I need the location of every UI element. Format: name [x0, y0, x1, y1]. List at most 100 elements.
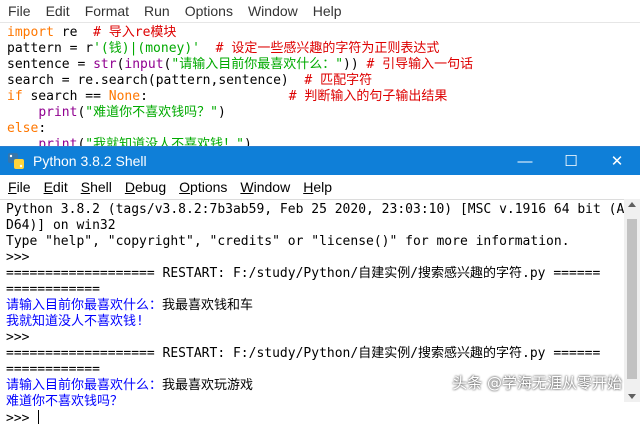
- shell-text: =================== RESTART: F:/study/Py…: [6, 346, 601, 361]
- menu-accelerator: F: [8, 179, 17, 195]
- shell-text: Type "help", "copyright", "credits" or "…: [6, 234, 570, 249]
- shell-text: 我最喜欢钱和车: [162, 298, 254, 313]
- code-token: search = re.search(pattern,sentence): [7, 73, 305, 88]
- shell-line: =================== RESTART: F:/study/Py…: [6, 266, 640, 282]
- shell-line: >>>: [6, 330, 640, 346]
- shell-window-title: Python 3.8.2 Shell: [33, 153, 147, 169]
- menu-accelerator: O: [179, 179, 191, 195]
- code-token: # 设定一些感兴趣的字符为正则表达式: [215, 41, 440, 56]
- shell-line: 难道你不喜欢钱吗？: [6, 394, 640, 410]
- shell-menu-debug[interactable]: Debug: [125, 179, 166, 195]
- text-cursor: [38, 410, 40, 424]
- shell-text: ============: [6, 362, 100, 377]
- shell-window: Python 3.8.2 Shell — ☐ ✕ File Edit Shell De…: [0, 146, 640, 426]
- editor-menu-run[interactable]: Run: [144, 3, 170, 19]
- shell-line: ============: [6, 282, 640, 298]
- code-token: :: [38, 121, 47, 136]
- code-token: input: [124, 57, 164, 72]
- menu-accelerator: E: [43, 179, 53, 195]
- code-token: '(钱)|(money)': [93, 41, 201, 56]
- code-token: print: [38, 105, 78, 120]
- menu-label-rest: ile: [16, 179, 31, 195]
- shell-text: Python 3.8.2 (tags/v3.8.2:7b3ab59, Feb 2…: [6, 202, 633, 217]
- code-token: if: [7, 89, 23, 104]
- shell-line: Python 3.8.2 (tags/v3.8.2:7b3ab59, Feb 2…: [6, 202, 640, 218]
- shell-output-text: 请输入目前你最喜欢什么：: [6, 298, 163, 313]
- shell-titlebar[interactable]: Python 3.8.2 Shell — ☐ ✕: [0, 147, 640, 175]
- editor-menu-edit[interactable]: Edit: [46, 3, 70, 19]
- scroll-up-icon[interactable]: [628, 202, 636, 207]
- code-line: print("难道你不喜欢钱吗？"): [7, 105, 640, 121]
- editor-menubar: File Edit Format Run Options Window Help: [0, 0, 640, 23]
- menu-label-rest: indow: [253, 179, 291, 195]
- menu-label-rest: hell: [90, 179, 112, 195]
- shell-menu-window[interactable]: Window: [240, 179, 290, 195]
- shell-menu-options[interactable]: Options: [179, 179, 227, 195]
- shell-text: D64)] on win32: [6, 218, 116, 233]
- editor-menu-format[interactable]: Format: [85, 3, 129, 19]
- code-token: pattern = r: [7, 41, 94, 56]
- code-token: "请输入目前你最喜欢什么：": [171, 57, 344, 72]
- shell-text: >>>: [6, 411, 38, 426]
- editor-code-area[interactable]: import re # 导入re模块 pattern = r'(钱)|(money…: [0, 23, 640, 153]
- code-token: # 引导输入一句话: [358, 57, 474, 72]
- shell-menu-help[interactable]: Help: [303, 179, 332, 195]
- editor-menu-options[interactable]: Options: [185, 3, 233, 19]
- shell-text: ============: [6, 282, 100, 297]
- scroll-down-icon[interactable]: [628, 394, 636, 399]
- shell-menu-edit[interactable]: Edit: [44, 179, 68, 195]
- code-token: ): [217, 105, 226, 120]
- shell-line: 请输入目前你最喜欢什么：我最喜欢钱和车: [6, 298, 640, 314]
- code-token: sentence =: [7, 57, 94, 72]
- code-line: pattern = r'(钱)|(money)' # 设定一些感兴趣的字符为正则…: [7, 41, 640, 57]
- shell-line: >>>: [6, 250, 640, 266]
- menu-accelerator: W: [240, 179, 254, 195]
- shell-line: 我就知道没人不喜欢钱!: [6, 314, 640, 330]
- menu-label-rest: elp: [313, 179, 333, 195]
- shell-text: >>>: [6, 330, 38, 345]
- code-token: import: [7, 25, 54, 40]
- code-token: # 导入re模块: [93, 25, 177, 40]
- shell-line: D64)] on win32: [6, 218, 640, 234]
- editor-menu-help[interactable]: Help: [313, 3, 342, 19]
- shell-scrollbar[interactable]: [624, 199, 640, 402]
- shell-text: 我最喜欢玩游戏: [162, 378, 254, 393]
- shell-menubar: File Edit Shell Debug Options Window Help: [0, 175, 640, 200]
- code-token: search ==: [22, 89, 109, 104]
- scroll-thumb[interactable]: [627, 219, 637, 379]
- menu-label-rest: dit: [52, 179, 68, 195]
- menu-label-rest: ebug: [134, 179, 167, 195]
- code-token: # 判断输入的句子输出结果: [288, 89, 448, 104]
- shell-line: >>>: [6, 410, 640, 426]
- code-token: re: [53, 25, 94, 40]
- python-idle-icon: [7, 152, 25, 170]
- editor-window: File Edit Format Run Options Window Help impor…: [0, 0, 640, 152]
- minimize-icon[interactable]: —: [502, 147, 548, 175]
- menu-label-rest: ptions: [190, 179, 228, 195]
- shell-output-text: 请输入目前你最喜欢什么：: [6, 378, 163, 393]
- shell-line: =================== RESTART: F:/study/Py…: [6, 346, 640, 362]
- code-line: if search == None: # 判断输入的句子输出结果: [7, 89, 640, 105]
- code-line: search = re.search(pattern,sentence) # 匹…: [7, 73, 640, 89]
- code-token: "难道你不喜欢钱吗？": [85, 105, 218, 120]
- maximize-icon[interactable]: ☐: [548, 147, 594, 175]
- menu-accelerator: H: [303, 179, 314, 195]
- shell-line: Type "help", "copyright", "credits" or "…: [6, 234, 640, 250]
- editor-menu-window[interactable]: Window: [248, 3, 298, 19]
- code-line: else:: [7, 121, 640, 137]
- code-token: )): [343, 57, 359, 72]
- shell-output-text: 难道你不喜欢钱吗？: [6, 394, 124, 409]
- shell-menu-file[interactable]: File: [8, 179, 31, 195]
- close-icon[interactable]: ✕: [594, 147, 640, 175]
- code-line: import re # 导入re模块: [7, 25, 640, 41]
- menu-accelerator: S: [80, 179, 91, 195]
- shell-text: >>>: [6, 250, 38, 265]
- shell-output-text: 我就知道没人不喜欢钱!: [6, 314, 144, 329]
- code-line: sentence = str(input("请输入目前你最喜欢什么：")) # …: [7, 57, 640, 73]
- shell-menu-shell[interactable]: Shell: [81, 179, 112, 195]
- editor-menu-file[interactable]: File: [8, 3, 31, 19]
- shell-text: =================== RESTART: F:/study/Py…: [6, 266, 601, 281]
- code-token: else: [7, 121, 39, 136]
